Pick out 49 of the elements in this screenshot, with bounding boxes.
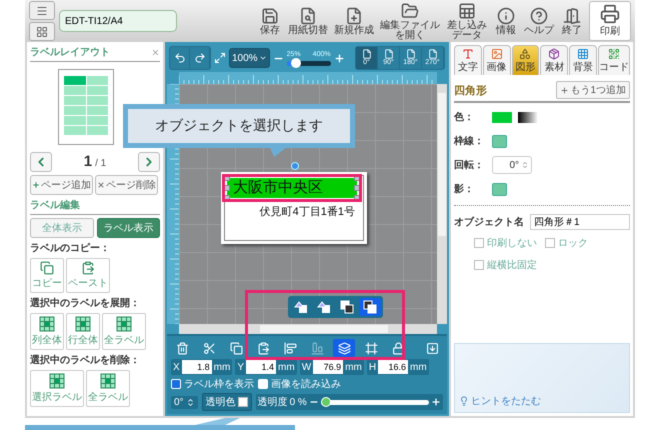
property-label: 枠線： (454, 134, 485, 148)
toolbar-button[interactable]: 保存 (257, 6, 283, 36)
property-label: 回転： (454, 158, 485, 172)
tab[interactable]: 背景 (569, 45, 597, 75)
toolbar-button[interactable]: ヘルプ (523, 6, 555, 36)
rotation-field[interactable]: 0° (492, 156, 532, 174)
property-label: 影： (454, 182, 475, 196)
dimension-field[interactable]: Y 1.4 mm (235, 359, 297, 375)
add-button[interactable]: もう1つ追加 (556, 81, 630, 99)
transparent-color-button[interactable]: 透明色 (202, 393, 252, 411)
file-name-field[interactable]: EDT-TI12/A4 (59, 10, 177, 32)
tab[interactable]: コード (598, 45, 630, 75)
zoom-dropdown[interactable]: 100% (229, 48, 270, 68)
dimension-field[interactable]: H 16.6 mm (366, 359, 429, 375)
text-object[interactable]: 伏見町4丁目1番1号 (225, 202, 363, 222)
property-label: オブジェクト名 (454, 216, 524, 229)
toolbar-button[interactable]: 差し込みデータ (445, 2, 489, 40)
group-heading: 選択中のラベルを展開： (30, 296, 141, 310)
toolbar-button[interactable]: 新規作成 (333, 6, 375, 36)
print-button[interactable]: 印刷 (589, 1, 631, 41)
text-object[interactable]: 大阪市中央区 (227, 178, 357, 198)
object-name-field[interactable]: 四角形＃1 (530, 214, 630, 230)
checkbox-label: ラベル枠を表示 (184, 378, 254, 391)
opacity-label: 透明度 (258, 396, 288, 409)
section-title: 四角形 (454, 84, 487, 98)
toolbar-button[interactable]: 情報 (493, 6, 519, 36)
tab[interactable]: 図形 (512, 45, 540, 75)
panel-title: ラベルレイアウト (30, 46, 110, 59)
toolbar-button[interactable]: 終了 (559, 6, 585, 36)
dimension-field[interactable]: W 76.9 mm (300, 359, 364, 375)
group-heading: ラベルのコピー： (30, 242, 111, 255)
hint-collapse-button[interactable]: ヒントをたたむ (459, 394, 541, 408)
page-button[interactable]: ページ削除 (95, 175, 158, 195)
tab[interactable]: 画像 (482, 45, 511, 75)
property-label: 色： (454, 110, 475, 124)
group-heading: 選択中のラベルを削除： (30, 354, 141, 367)
checkbox-label: 画像を読み込み (271, 378, 341, 391)
page-button[interactable]: ページ追加 (30, 175, 93, 195)
view-toggle[interactable]: ラベル表示 (96, 218, 160, 238)
dimension-field[interactable]: X 1.8 mm (171, 359, 232, 375)
tab[interactable]: 文字 (454, 45, 482, 75)
toolbar-button[interactable]: 用紙切替 (287, 6, 329, 36)
page-total: / 1 (95, 158, 106, 169)
section-title: ラベル編集 (30, 198, 80, 212)
rotation-field[interactable]: 0° (171, 396, 198, 408)
page-number: 1 (84, 153, 92, 170)
opacity-value: 0 % (290, 396, 307, 408)
toolbar-button[interactable]: 編集ファイルを開く (379, 2, 441, 40)
tab[interactable]: 素材 (540, 45, 568, 75)
